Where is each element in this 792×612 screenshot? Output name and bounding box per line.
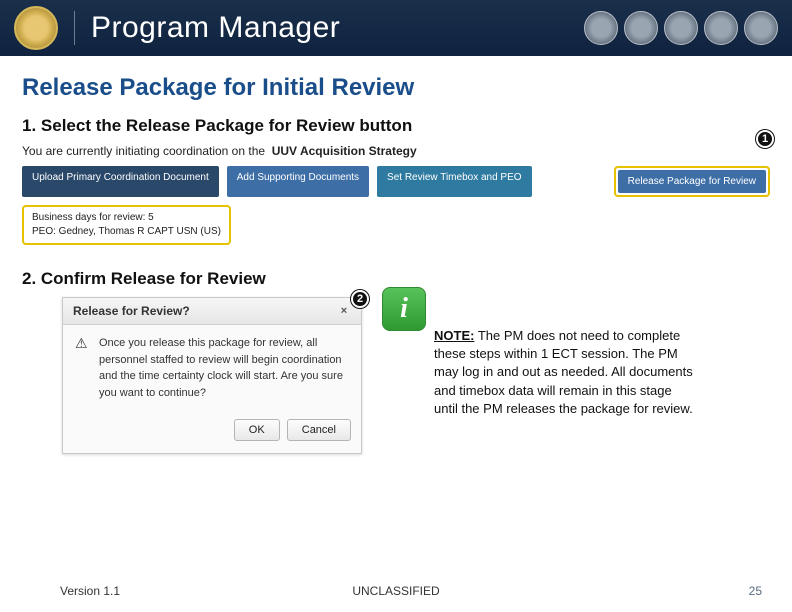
header-title-bold: Manager [218,11,340,44]
service-seal-icon [704,11,738,45]
step2-panel: 2 Release for Review? × ⚠ Once you relea… [22,297,770,454]
coord-prefix: You are currently initiating coordinatio… [22,144,265,158]
callout-badge-1: 1 [756,130,774,148]
cancel-button[interactable]: Cancel [287,419,351,441]
version-label: Version 1.1 [60,584,120,598]
ok-button[interactable]: OK [234,419,280,441]
confirm-dialog: 2 Release for Review? × ⚠ Once you relea… [62,297,362,454]
callout-badge-2: 2 [351,290,369,308]
header-bar: Program Manager [0,0,792,56]
classification-label: UNCLASSIFIED [352,584,439,598]
dialog-message: Once you release this package for review… [99,335,349,401]
release-package-button[interactable]: Release Package for Review [618,170,766,193]
release-button-highlight: Release Package for Review [614,166,770,197]
review-days-line: Business days for review: 5 [32,211,221,225]
coordination-line: You are currently initiating coordinatio… [22,144,770,158]
dod-seal-icon [14,6,58,50]
footer: Version 1.1 UNCLASSIFIED 25 [0,584,792,598]
note-text: NOTE: The PM does not need to complete t… [434,327,694,418]
close-icon[interactable]: × [337,304,351,318]
page-number: 25 [749,584,762,598]
step1-heading: 1. Select the Release Package for Review… [22,116,792,136]
note-label: NOTE: [434,328,474,343]
review-info-box: Business days for review: 5 PEO: Gedney,… [22,205,231,245]
step1-panel: 1 You are currently initiating coordinat… [22,144,770,245]
peo-line: PEO: Gedney, Thomas R CAPT USN (US) [32,225,221,239]
page-title: Release Package for Initial Review [22,74,792,102]
service-seals [584,11,778,45]
add-supporting-button[interactable]: Add Supporting Documents [227,166,369,197]
service-seal-icon [744,11,778,45]
header-title: Program Manager [91,11,340,45]
note-block: i NOTE: The PM does not need to complete… [382,287,770,418]
dialog-body: ⚠ Once you release this package for revi… [63,325,361,411]
set-timebox-button[interactable]: Set Review Timebox and PEO [377,166,532,197]
header-title-light: Program [91,11,210,44]
dialog-title-text: Release for Review? [73,304,190,318]
service-seal-icon [584,11,618,45]
service-seal-icon [624,11,658,45]
warning-icon: ⚠ [75,335,91,351]
upload-doc-button[interactable]: Upload Primary Coordination Document [22,166,219,197]
info-icon: i [382,287,426,331]
dialog-titlebar: Release for Review? × [63,298,361,325]
title-separator [74,11,75,45]
wizard-button-row: Upload Primary Coordination Document Add… [22,166,770,197]
document-name: UUV Acquisition Strategy [272,144,417,158]
step2-heading: 2. Confirm Release for Review [22,269,792,289]
service-seal-icon [664,11,698,45]
dialog-actions: OK Cancel [63,411,361,453]
